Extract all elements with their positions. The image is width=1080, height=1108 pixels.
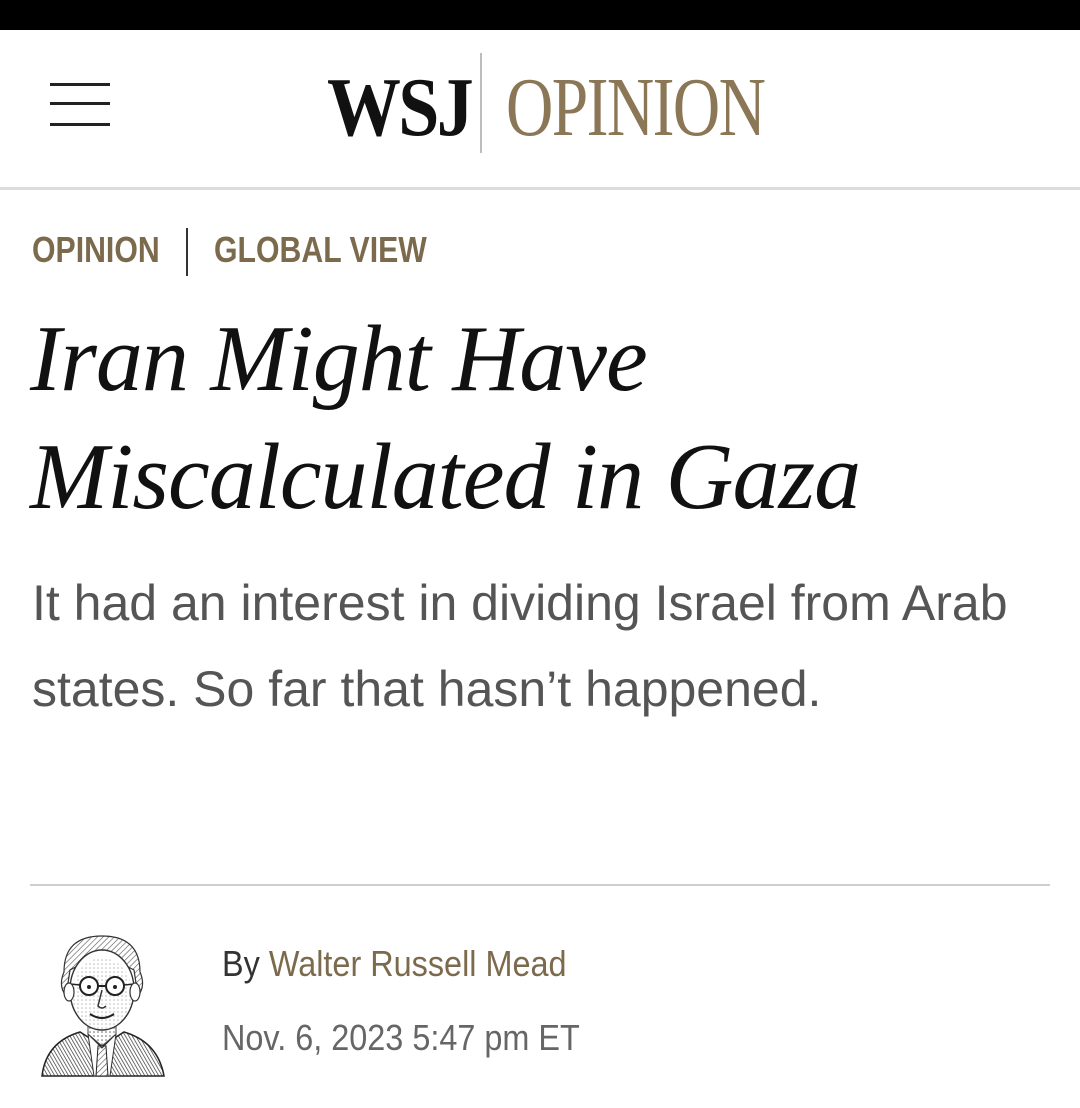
article-dek: It had an interest in dividing Israel fr…	[32, 575, 1008, 717]
opinion-logo[interactable]: OPINION	[506, 60, 766, 156]
byline-prefix: By	[222, 943, 260, 984]
publish-timestamp: Nov. 6, 2023 5:47 pm ET	[222, 1017, 580, 1058]
byline-divider	[30, 884, 1050, 886]
section-link-opinion[interactable]: OPINION	[32, 228, 160, 272]
section-link-global-view[interactable]: GLOBAL VIEW	[214, 228, 427, 272]
author-portrait-icon	[36, 930, 168, 1080]
wsj-logo[interactable]: WSJ	[327, 60, 474, 156]
article-headline: Iran Might Have Miscalculated in Gaza	[30, 307, 861, 529]
hamburger-menu-icon[interactable]	[48, 80, 112, 130]
author-link[interactable]: Walter Russell Mead	[269, 943, 567, 984]
breadcrumb-separator	[186, 228, 188, 276]
menu-line	[50, 102, 110, 105]
menu-line	[50, 123, 110, 126]
menu-line	[50, 83, 110, 86]
article-byline: By Walter Russell Mead	[222, 940, 567, 988]
logo-divider	[480, 53, 482, 153]
masthead-divider	[0, 187, 1080, 190]
status-bar	[0, 0, 1080, 30]
